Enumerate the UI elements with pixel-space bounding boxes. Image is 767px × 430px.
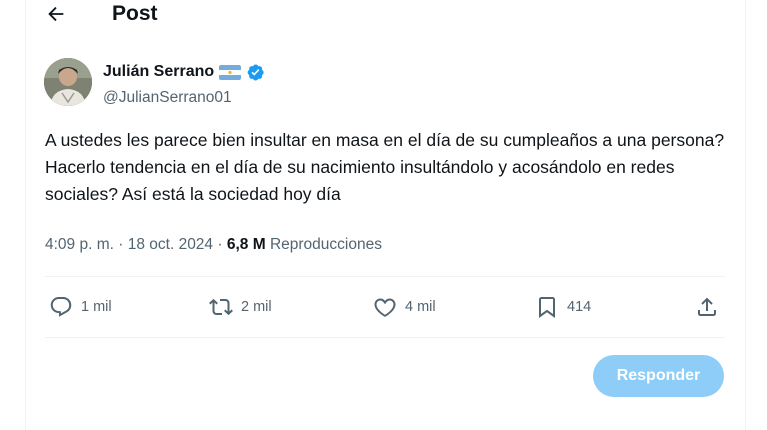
divider-top	[45, 276, 725, 277]
bookmark-count: 414	[567, 299, 592, 315]
post-page: Post Julián Serrano @JulianSerrano01 A u…	[0, 0, 767, 430]
arrow-left-icon	[48, 6, 64, 22]
action-bar: 1 mil 2 mil 4 mil 414	[45, 291, 725, 323]
repost-count: 2 mil	[241, 299, 272, 315]
tweet-meta: 4:09 p. m. · 18 oct. 2024 · 6,8 M Reprod…	[45, 235, 382, 255]
repost-icon	[209, 298, 233, 316]
tweet-time[interactable]: 4:09 p. m.	[45, 236, 114, 253]
like-action[interactable]: 4 mil	[373, 291, 436, 323]
reply-action[interactable]: 1 mil	[49, 291, 112, 323]
back-button[interactable]	[42, 1, 70, 27]
tweet-date[interactable]: 18 oct. 2024	[128, 236, 213, 253]
bookmark-icon	[539, 297, 555, 318]
author-avatar[interactable]	[44, 58, 92, 106]
share-action[interactable]	[695, 291, 719, 323]
repost-action[interactable]: 2 mil	[209, 291, 272, 323]
bookmark-action[interactable]: 414	[535, 291, 591, 323]
meta-separator: ·	[118, 236, 124, 253]
divider-bottom	[45, 337, 725, 338]
comment-icon	[50, 297, 72, 317]
verified-badge-icon[interactable]	[246, 63, 265, 82]
tweet-text: A ustedes les parece bien insultar en ma…	[45, 130, 725, 204]
avatar-photo	[44, 58, 92, 106]
author-name-row[interactable]: Julián Serrano	[103, 62, 265, 82]
views-count: 6,8 M	[226, 236, 266, 253]
reply-count: 1 mil	[81, 299, 112, 315]
like-count: 4 mil	[405, 299, 436, 315]
views-label: Reproducciones	[269, 236, 382, 253]
post-header: Post	[0, 0, 767, 30]
author-handle[interactable]: @JulianSerrano01	[103, 88, 232, 108]
page-title: Post	[112, 2, 158, 25]
argentina-flag-icon	[219, 64, 242, 80]
heart-icon	[374, 298, 396, 317]
reply-button[interactable]: Responder	[593, 355, 724, 397]
share-icon	[698, 297, 716, 316]
meta-separator-2: ·	[217, 236, 223, 253]
author-name: Julián Serrano	[103, 63, 215, 80]
